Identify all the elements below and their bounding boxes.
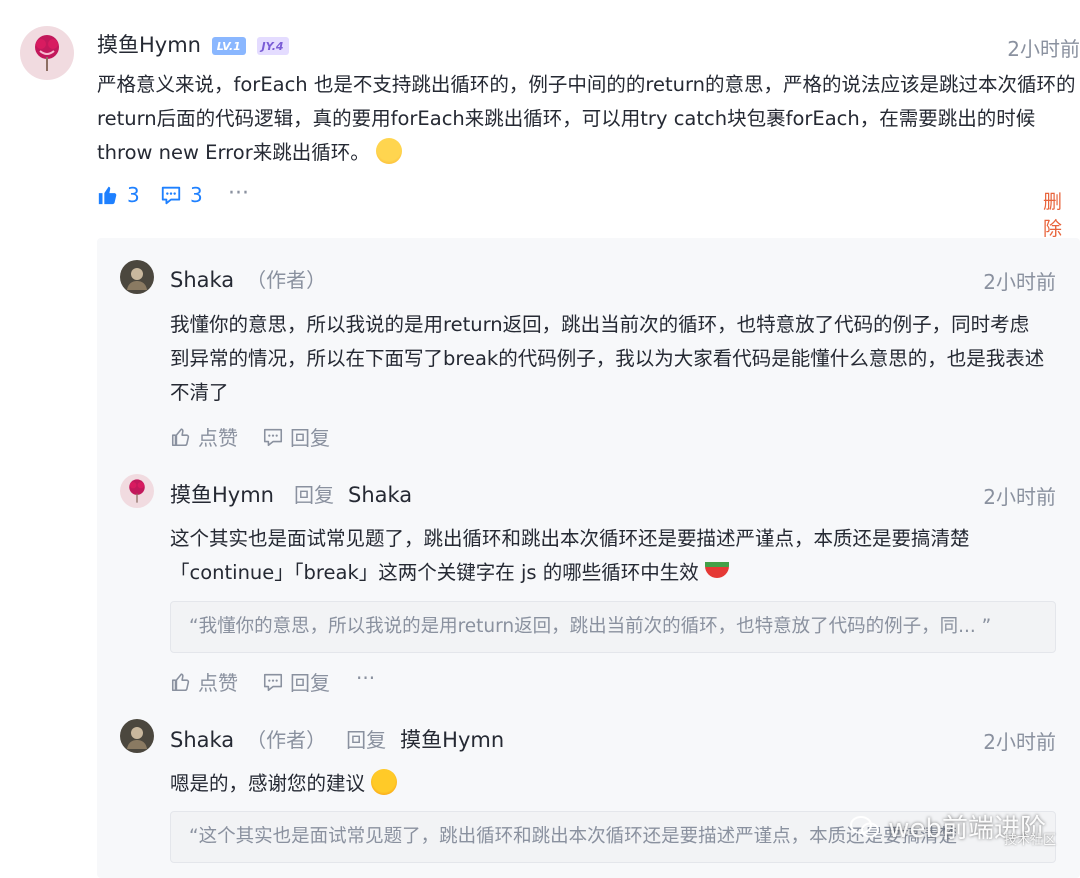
- shy-face-emoji-icon: [371, 769, 398, 795]
- comment-bubble-icon: [263, 673, 283, 691]
- rose-avatar-icon: [35, 35, 59, 71]
- reply-reply-button[interactable]: 回复: [262, 422, 330, 451]
- reply-reply-button[interactable]: 回复: [262, 667, 330, 696]
- reply-time: 2小时前: [983, 730, 1056, 754]
- reply-time: 2小时前: [983, 485, 1056, 509]
- reply-header: Shaka （作者）: [170, 264, 326, 293]
- comment-bubble-icon: [161, 186, 181, 205]
- watermelon-emoji-icon: [704, 562, 729, 578]
- comment-button[interactable]: 3: [160, 183, 203, 207]
- like-button[interactable]: 3: [97, 183, 140, 207]
- reply-line: 不清了: [170, 381, 229, 404]
- user-avatar-icon: [127, 727, 147, 749]
- reply-label: 回复: [290, 426, 330, 450]
- quoted-reply[interactable]: “我懂你的意思，所以我说的是用return返回，跳出当前次的循环，也特意放了代码…: [170, 601, 1056, 653]
- reply-line: 这个其实也是面试常见题了，跳出循环和跳出本次循环还是要描述严谨点，本质还是要搞清…: [170, 527, 970, 550]
- laugh-cry-emoji-icon: [375, 138, 402, 164]
- reply-author[interactable]: 摸鱼Hymn: [170, 479, 274, 509]
- thumbs-up-icon: [98, 186, 117, 205]
- reply-target[interactable]: Shaka: [348, 483, 412, 507]
- comment-author: 摸鱼Hymn LV.1 JY.4: [97, 29, 289, 59]
- avatar[interactable]: [120, 260, 154, 294]
- reply-header: 摸鱼Hymn 回复 Shaka: [170, 479, 412, 509]
- rose-avatar-icon: [129, 479, 145, 503]
- comment-line: throw new Error来跳出循环。: [97, 141, 370, 164]
- thumbs-up-outline-icon: [171, 672, 190, 691]
- reply-line: 我懂你的意思，所以我说的是用return返回，跳出当前次的循环，也特意放了代码的…: [170, 313, 1030, 336]
- reply-time: 2小时前: [983, 270, 1056, 294]
- comment-body: 严格意义来说，forEach 也是不支持跳出循环的，例子中间的的return的意…: [97, 68, 1080, 170]
- author-name[interactable]: 摸鱼Hymn: [97, 33, 201, 57]
- author-tag: （作者）: [246, 268, 327, 292]
- reply-body: 我懂你的意思，所以我说的是用return返回，跳出当前次的循环，也特意放了代码的…: [170, 308, 1060, 410]
- reply-author[interactable]: Shaka: [170, 728, 234, 752]
- avatar[interactable]: [120, 719, 154, 753]
- comment-bubble-icon: [263, 428, 283, 446]
- reply-header: Shaka （作者） 回复 摸鱼Hymn: [170, 724, 504, 754]
- like-count: 3: [127, 183, 140, 207]
- comment-line-wrap: throw new Error来跳出循环。: [97, 136, 1080, 170]
- like-label: 点赞: [198, 426, 238, 450]
- reply-line: 「continue」「break」这两个关键字在 js 的哪些循环中生效: [170, 561, 699, 584]
- comment-time: 2小时前: [1007, 37, 1080, 61]
- thumbs-up-outline-icon: [171, 427, 190, 446]
- reply-line: 到异常的情况，所以在下面写了break的代码例子，我以为大家看代码是能懂什么意思…: [170, 347, 1045, 370]
- watermark-sub: 技术社区: [1003, 833, 1056, 848]
- reply-word: 回复: [294, 483, 334, 507]
- level-badge: LV.1: [211, 37, 246, 55]
- more-button[interactable]: ···: [228, 181, 249, 206]
- comment-count: 3: [190, 183, 203, 207]
- comment-line: 严格意义来说，forEach 也是不支持跳出循环的，例子中间的的return的意…: [97, 73, 1076, 96]
- reply-body: 嗯是的，感谢您的建议: [170, 767, 1060, 801]
- like-label: 点赞: [198, 671, 238, 695]
- author-tag: （作者）: [246, 728, 327, 752]
- reply-word: 回复: [346, 728, 387, 752]
- avatar[interactable]: [20, 26, 74, 80]
- user-avatar-icon: [127, 268, 147, 290]
- reply-body: 这个其实也是面试常见题了，跳出循环和跳出本次循环还是要描述严谨点，本质还是要搞清…: [170, 522, 1060, 590]
- reply-line: 嗯是的，感谢您的建议: [170, 772, 366, 795]
- reply-target[interactable]: 摸鱼Hymn: [400, 724, 504, 754]
- reply-author[interactable]: Shaka: [170, 268, 234, 292]
- reply-label: 回复: [290, 671, 330, 695]
- reply-like-button[interactable]: 点赞: [170, 422, 238, 451]
- wechat-icon: [850, 815, 880, 837]
- more-button[interactable]: ···: [356, 666, 375, 690]
- delete-button[interactable]: 删除: [1043, 187, 1080, 241]
- jy-badge: JY.4: [256, 37, 289, 55]
- comment-line: return后面的代码逻辑，真的要用forEach来跳出循环，可以用try ca…: [97, 107, 1036, 130]
- reply-line-wrap: 「continue」「break」这两个关键字在 js 的哪些循环中生效: [170, 556, 1060, 590]
- reply-like-button[interactable]: 点赞: [170, 667, 238, 696]
- avatar[interactable]: [120, 474, 154, 508]
